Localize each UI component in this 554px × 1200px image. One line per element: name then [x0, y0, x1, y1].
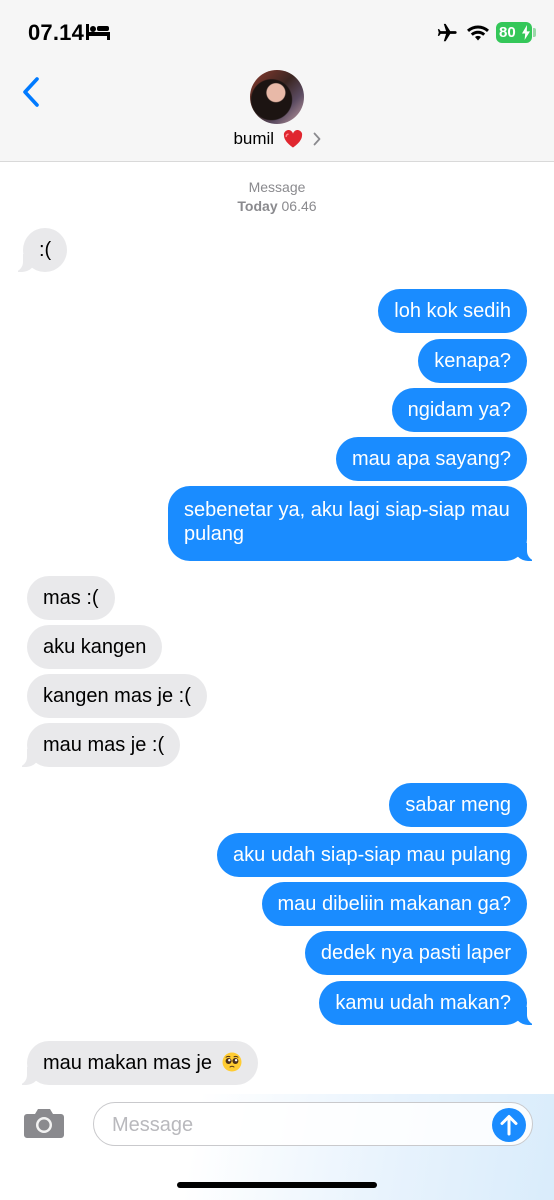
battery-level: 80	[499, 24, 516, 41]
incoming-message[interactable]: mas :(	[27, 576, 115, 620]
outgoing-message[interactable]: ngidam ya?	[391, 388, 527, 432]
pleading-face-icon	[222, 1052, 242, 1072]
chevron-right-icon	[313, 132, 320, 145]
outgoing-message[interactable]: sebenetar ya, aku lagi siap-siap mau pul…	[168, 486, 537, 561]
incoming-message[interactable]: aku kangen	[27, 625, 163, 669]
outgoing-message[interactable]: kamu udah makan?	[319, 981, 537, 1025]
chevron-left-icon[interactable]	[20, 76, 42, 108]
outgoing-message[interactable]: aku udah siap-siap mau pulang	[217, 833, 527, 877]
message-text: mau mas je :(	[43, 734, 165, 756]
outgoing-message[interactable]: mau dibeliin makanan ga?	[261, 882, 527, 926]
composer-bar: Message	[0, 1094, 554, 1200]
incoming-message[interactable]: mau makan mas je	[17, 1041, 258, 1085]
time-label: 06.46	[281, 198, 317, 214]
day-label: Today	[237, 198, 278, 214]
message-text: aku kangen	[43, 636, 147, 658]
send-arrow-icon[interactable]	[492, 1108, 526, 1142]
message-text: sebenetar ya, aku lagi siap-siap mau pul…	[184, 499, 510, 545]
wifi-icon	[467, 25, 489, 41]
status-bar: 07.14 80	[0, 0, 554, 62]
contact-details-button[interactable]: bumil	[0, 128, 554, 149]
airplane-icon	[437, 23, 457, 42]
outgoing-message[interactable]: loh kok sedih	[378, 289, 527, 333]
battery-nub	[533, 28, 536, 37]
message-text: loh kok sedih	[394, 300, 511, 322]
message-text: mau apa sayang?	[351, 448, 511, 470]
thread-timestamp: Message Today 06.46	[0, 178, 554, 216]
message-text: aku udah siap-siap mau pulang	[233, 844, 511, 866]
message-text: kamu udah makan?	[335, 992, 511, 1014]
conversation-header: bumil	[0, 62, 554, 162]
outgoing-message[interactable]: sabar meng	[389, 783, 527, 827]
outgoing-message[interactable]: dedek nya pasti laper	[304, 931, 527, 975]
outgoing-message[interactable]: kenapa?	[418, 339, 527, 383]
red-heart-icon	[283, 129, 302, 148]
message-text: mau makan mas je	[43, 1052, 212, 1074]
message-placeholder: Message	[112, 1114, 194, 1136]
message-text: dedek nya pasti laper	[320, 942, 511, 964]
camera-icon[interactable]	[23, 1106, 65, 1140]
incoming-message[interactable]: kangen mas je :(	[27, 674, 207, 718]
contact-avatar[interactable]	[250, 70, 304, 124]
message-text: kangen mas je :(	[43, 685, 191, 707]
message-text: :(	[39, 239, 52, 261]
message-text: ngidam ya?	[407, 399, 511, 421]
incoming-message[interactable]: :(	[12, 228, 68, 272]
message-text: kenapa?	[434, 350, 511, 372]
message-text: mas :(	[43, 587, 99, 609]
battery-icon: 80	[496, 22, 532, 43]
message-text: sabar meng	[405, 794, 511, 816]
status-time: 07.14	[28, 20, 85, 45]
home-indicator	[177, 1182, 377, 1188]
charging-bolt-icon	[522, 25, 530, 40]
message-input[interactable]: Message	[93, 1102, 533, 1146]
contact-name: bumil	[233, 128, 275, 148]
incoming-message[interactable]: mau mas je :(	[16, 723, 181, 767]
message-text: mau dibeliin makanan ga?	[277, 893, 512, 915]
bed-icon	[86, 24, 110, 40]
date-line: Today 06.46	[0, 197, 554, 216]
service-label: Message	[248, 179, 306, 195]
outgoing-message[interactable]: mau apa sayang?	[335, 437, 527, 481]
